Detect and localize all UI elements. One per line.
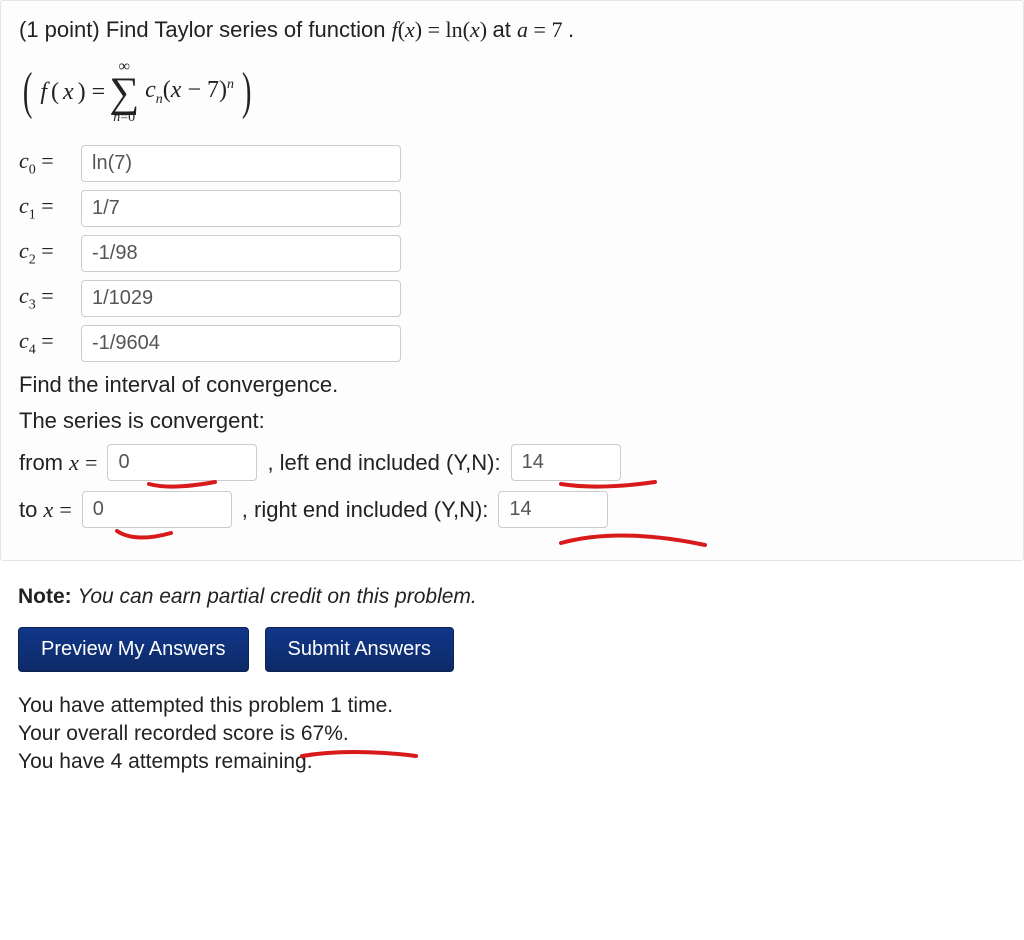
coef-label: c3 = — [19, 283, 71, 313]
coef-input-c3[interactable] — [81, 280, 401, 317]
preview-answers-button[interactable]: Preview My Answers — [18, 627, 249, 672]
score-line: Your overall recorded score is 67%. — [18, 722, 1006, 746]
coef-input-c2[interactable] — [81, 235, 401, 272]
left-end-label: , left end included (Y,N): — [267, 450, 500, 476]
coef-label: c4 = — [19, 328, 71, 358]
interval-from-row: from x = , left end included (Y,N): — [19, 444, 1005, 481]
interval-to-row: to x = , right end included (Y,N): — [19, 491, 1005, 528]
from-x-input[interactable] — [107, 444, 257, 481]
coef-row: c2 = — [19, 235, 1005, 272]
coef-input-c0[interactable] — [81, 145, 401, 182]
coef-input-c1[interactable] — [81, 190, 401, 227]
a-expression: a = 7 — [517, 17, 568, 42]
period: . — [568, 17, 574, 42]
submit-answers-button[interactable]: Submit Answers — [265, 627, 454, 672]
attempts-line: You have attempted this problem 1 time. — [18, 694, 1006, 718]
note-text: You can earn partial credit on this prob… — [78, 585, 477, 608]
coef-label: c2 = — [19, 238, 71, 268]
series-definition: ( f(x) = ∞ ∑ n=0 cn(x − 7)n ) — [19, 59, 255, 125]
button-row: Preview My Answers Submit Answers — [18, 627, 1006, 672]
to-x-input[interactable] — [82, 491, 232, 528]
lparen-icon: ( — [23, 66, 33, 118]
from-label: from x = — [19, 450, 97, 476]
grading-mark-icon — [115, 527, 175, 547]
to-label: to x = — [19, 497, 72, 523]
below-problem: Note: You can earn partial credit on thi… — [0, 585, 1024, 796]
prompt-text: Find Taylor series of function — [106, 17, 392, 42]
points-prefix: (1 point) — [19, 17, 106, 42]
at-text: at — [493, 17, 517, 42]
interval-heading: Find the interval of convergence. — [19, 372, 1005, 398]
series-term: cn(x − 7)n — [145, 77, 234, 108]
grading-mark-icon — [559, 525, 709, 555]
coef-row: c3 = — [19, 280, 1005, 317]
problem-prompt: (1 point) Find Taylor series of function… — [19, 17, 1005, 43]
note-line: Note: You can earn partial credit on thi… — [18, 585, 1006, 609]
remaining-line: You have 4 attempts remaining. — [18, 750, 1006, 774]
convergent-heading: The series is convergent: — [19, 408, 1005, 434]
coef-row: c4 = — [19, 325, 1005, 362]
status-block: You have attempted this problem 1 time. … — [18, 694, 1006, 774]
right-end-label: , right end included (Y,N): — [242, 497, 489, 523]
coef-label: c0 = — [19, 148, 71, 178]
sigma-icon: ∞ ∑ n=0 — [109, 59, 139, 125]
coef-row: c0 = — [19, 145, 1005, 182]
coef-row: c1 = — [19, 190, 1005, 227]
fx-expression: f(x) = ln(x) — [392, 17, 493, 42]
coef-label: c1 = — [19, 193, 71, 223]
problem-box: (1 point) Find Taylor series of function… — [0, 0, 1024, 561]
coef-input-c4[interactable] — [81, 325, 401, 362]
left-end-input[interactable] — [511, 444, 621, 481]
right-end-input[interactable] — [498, 491, 608, 528]
rparen-icon: ) — [242, 66, 252, 118]
note-label: Note: — [18, 585, 72, 608]
